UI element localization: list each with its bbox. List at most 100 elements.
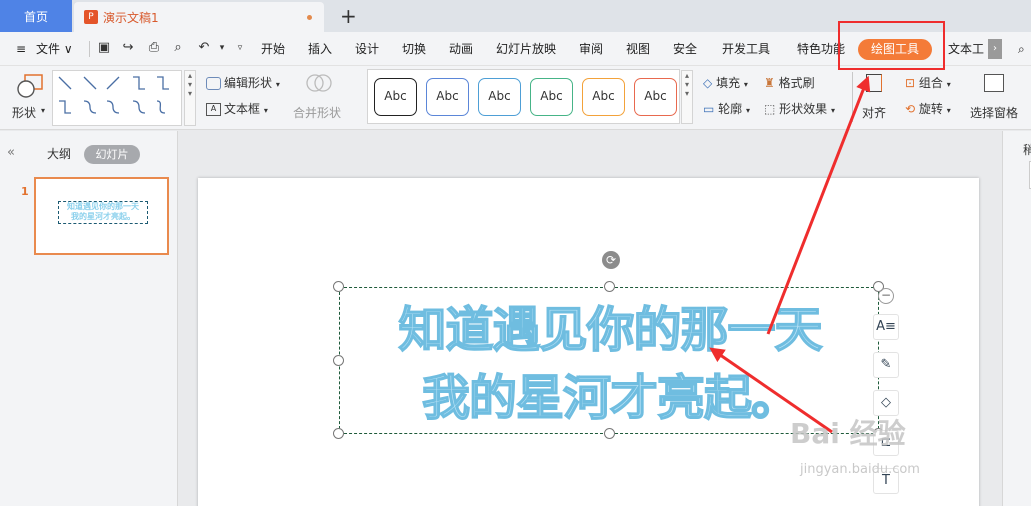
edit-shape-button[interactable]: 编辑形状 ▾ — [206, 74, 280, 91]
annotation-highlight-box — [838, 21, 945, 70]
format-painter-button[interactable]: ♜ 格式刷 — [764, 74, 815, 91]
tab-home-label: 首页 — [23, 9, 48, 24]
fill-icon: ◇ — [703, 76, 713, 90]
menu-insert[interactable]: 插入 — [308, 32, 332, 66]
menu-animation[interactable]: 动画 — [449, 32, 473, 66]
fill-label: 填充 — [716, 76, 741, 90]
style-swatch-3[interactable]: Abc — [478, 78, 521, 116]
slide-number: 1 — [21, 185, 29, 198]
merge-shape-label: 合并形状 — [293, 106, 342, 120]
rotate-button[interactable]: ⟲ 旋转 ▾ — [905, 100, 951, 117]
text-box-label: 文本框 — [224, 102, 261, 116]
fill-button[interactable]: ◇ 填充 ▾ — [703, 74, 748, 91]
presentation-icon: P — [84, 10, 98, 24]
style-swatch-4[interactable]: Abc — [530, 78, 573, 116]
slide-panel: « 大纲 幻灯片 1 知道遇见你的那一天 我的星河才亮起。 — [0, 131, 178, 506]
quick-access-dropdown-icon[interactable]: ▿ — [232, 40, 248, 56]
format-painter-label: 格式刷 — [778, 76, 815, 90]
format-painter-icon: ♜ — [764, 76, 775, 90]
undo-icon[interactable]: ↶ — [196, 40, 212, 56]
watermark-logo: Bai 经验 — [790, 417, 906, 450]
align-label: 对齐 — [862, 106, 887, 120]
text-style-icon[interactable]: A≡ — [873, 314, 899, 340]
group-button[interactable]: ⊡ 组合 ▾ — [905, 74, 951, 91]
resize-handle[interactable] — [333, 428, 344, 439]
menu-slideshow[interactable]: 幻灯片放映 — [496, 32, 556, 66]
style-swatch-1[interactable]: Abc — [374, 78, 417, 116]
rotate-handle-icon[interactable]: ⟳ — [602, 251, 620, 269]
shape-effect-button[interactable]: ⬚ 形状效果 ▾ — [764, 100, 835, 117]
tab-text-tools[interactable]: 文本工 — [948, 32, 984, 66]
print-icon[interactable]: ⎙ — [146, 40, 162, 56]
resize-handle[interactable] — [333, 355, 344, 366]
new-tab-icon[interactable]: + — [340, 4, 357, 28]
menu-view[interactable]: 视图 — [626, 32, 650, 66]
brush-icon[interactable]: ✎ — [873, 352, 899, 378]
gallery-scrollbar[interactable]: ▴ ▾ ▾ — [184, 70, 196, 126]
tab-home[interactable]: 首页 — [0, 0, 72, 32]
group-icon: ⊡ — [905, 76, 916, 90]
menu-start[interactable]: 开始 — [261, 32, 285, 66]
tab-document-label: 演示文稿1 — [103, 10, 159, 25]
collapse-panel-icon[interactable]: « — [7, 145, 15, 160]
watermark-url: jingyan.baidu.com — [800, 462, 920, 477]
style-swatch-5[interactable]: Abc — [582, 78, 625, 116]
text-box-icon: A — [206, 103, 221, 116]
resize-handle[interactable] — [333, 281, 344, 292]
menu-scroll-right-icon[interactable]: › — [988, 39, 1002, 59]
resize-handle[interactable] — [604, 281, 615, 292]
align-button[interactable]: 对齐 — [860, 70, 890, 126]
menu-transition[interactable]: 切换 — [402, 32, 426, 66]
shape-button[interactable]: 形状 ▾ — [8, 70, 48, 126]
shape-icon — [17, 74, 43, 98]
shape-gallery[interactable] — [52, 70, 182, 126]
merge-shape-icon — [306, 74, 332, 92]
undo-dropdown-icon[interactable]: ▾ — [214, 40, 230, 56]
shape-label: 形状 — [12, 106, 37, 120]
divider — [852, 72, 853, 122]
menu-file[interactable]: 文件 ∨ — [36, 32, 73, 66]
ribbon: 形状 ▾ ▴ ▾ ▾ 编辑形状 ▾ A 文本框 ▾ 合并形状 Abc Abc Abc … — [0, 66, 1031, 130]
search-icon[interactable]: ⌕ — [1018, 32, 1025, 66]
outline-icon: ▭ — [703, 102, 715, 116]
edit-shape-label: 编辑形状 — [224, 76, 273, 90]
style-swatch-6[interactable]: Abc — [634, 78, 677, 116]
unsaved-dot-icon — [307, 15, 312, 20]
style-swatch-2[interactable]: Abc — [426, 78, 469, 116]
line-shapes-icon — [58, 76, 169, 114]
menu-design[interactable]: 设计 — [355, 32, 379, 66]
resize-handle[interactable] — [604, 428, 615, 439]
select-pane-button[interactable]: 选择窗格 — [968, 70, 1024, 126]
style-gallery-scrollbar[interactable]: ▴ ▾ ▾ — [681, 70, 693, 124]
text-box-button[interactable]: A 文本框 ▾ — [206, 100, 268, 117]
outline-label: 轮廓 — [718, 102, 743, 116]
hamburger-icon[interactable]: ≡ — [16, 32, 26, 66]
slide[interactable]: ⟳ 知道遇见你的那一天 我的星河才亮起。 — [198, 178, 979, 506]
menu-review[interactable]: 审阅 — [579, 32, 603, 66]
menu-security[interactable]: 安全 — [673, 32, 697, 66]
tab-slides[interactable]: 幻灯片 — [84, 145, 140, 164]
select-pane-icon — [984, 74, 1004, 92]
shape-effect-label: 形状效果 — [779, 102, 828, 116]
select-pane-label: 选择窗格 — [970, 106, 1019, 120]
chevron-down-icon: ▾ — [41, 106, 46, 115]
slide-text-line-1: 知道遇见你的那一天 — [398, 301, 824, 359]
edit-shape-icon — [206, 77, 221, 90]
align-icon — [866, 74, 882, 92]
export-icon[interactable]: ↪ — [120, 40, 136, 56]
preview-icon[interactable]: ⌕ — [170, 40, 186, 56]
tab-document[interactable]: P 演示文稿1 — [74, 2, 324, 32]
outline-button[interactable]: ▭ 轮廓 ▾ — [703, 100, 750, 117]
thumbnail-line-2: 我的星河才亮起。 — [71, 212, 135, 221]
thumbnail-line-1: 知道遇见你的那一天 — [67, 202, 139, 211]
menu-developer[interactable]: 开发工具 — [722, 32, 770, 66]
collapse-toolbar-icon[interactable]: − — [878, 288, 894, 304]
tab-outline[interactable]: 大纲 — [47, 145, 71, 162]
shape-effect-icon: ⬚ — [764, 102, 776, 116]
rotate-icon: ⟲ — [905, 102, 916, 116]
thumbnail-textbox: 知道遇见你的那一天 我的星河才亮起。 — [58, 201, 148, 224]
save-icon[interactable]: ▣ — [96, 40, 112, 56]
rotate-label: 旋转 — [918, 102, 943, 116]
divider — [89, 41, 90, 57]
slide-thumbnail[interactable]: 知道遇见你的那一天 我的星河才亮起。 — [34, 177, 169, 255]
